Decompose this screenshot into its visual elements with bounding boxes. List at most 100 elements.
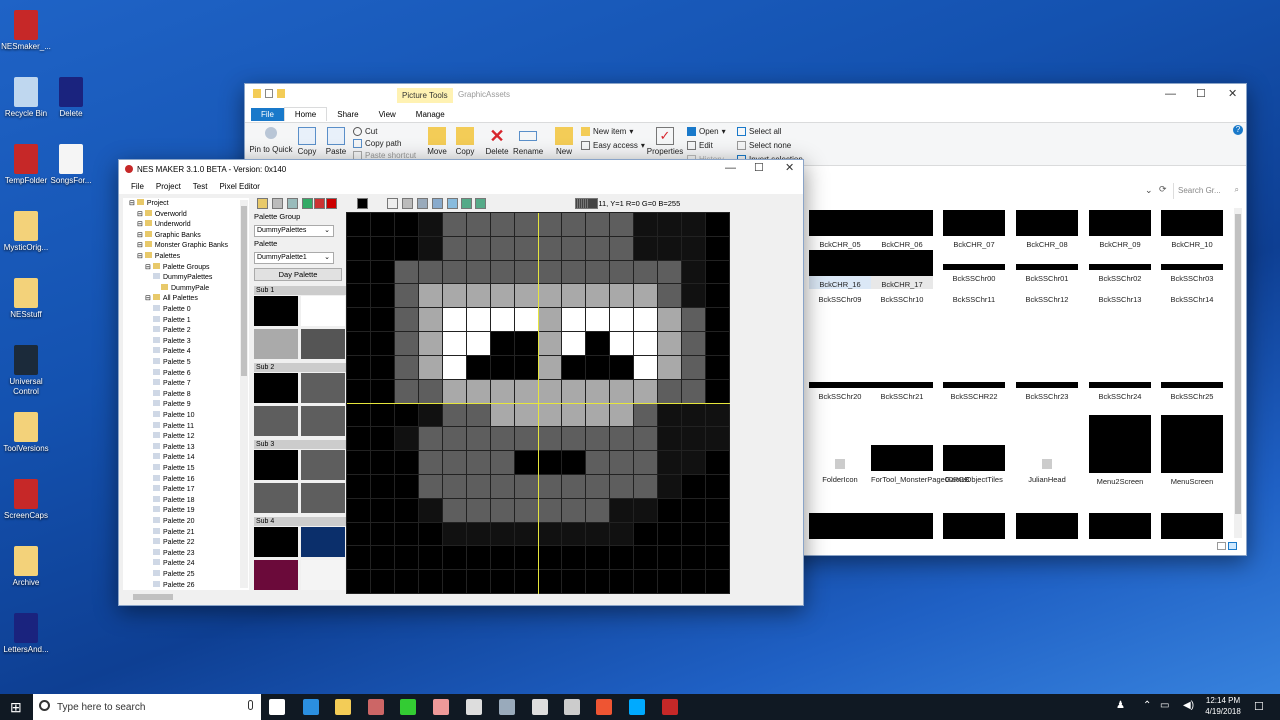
cut-button[interactable]: Cut xyxy=(353,127,377,136)
thumbnail-image[interactable] xyxy=(1016,513,1078,539)
pixel-cell[interactable] xyxy=(537,354,563,380)
pixel-cell[interactable] xyxy=(346,450,371,475)
pixel-cell[interactable] xyxy=(393,497,419,523)
pixel-cell[interactable] xyxy=(681,259,707,285)
file-thumbnail[interactable]: BckCHR_16 xyxy=(809,250,871,289)
pixel-cell[interactable] xyxy=(417,450,443,475)
edge-icon[interactable] xyxy=(303,699,319,715)
rename-button[interactable]: Rename xyxy=(513,127,543,156)
pixel-cell[interactable] xyxy=(681,331,707,356)
pixel-cell[interactable] xyxy=(369,283,395,309)
pixel-cell[interactable] xyxy=(657,378,683,404)
pixel-cell[interactable] xyxy=(346,259,371,285)
pixel-cell[interactable] xyxy=(705,402,730,428)
pixel-cell[interactable] xyxy=(489,378,515,404)
tree-item[interactable]: ⊟ Graphic Banks xyxy=(137,230,201,239)
canvas-horizontal-scrollbar[interactable] xyxy=(251,594,801,604)
pixel-cell[interactable] xyxy=(681,450,707,475)
tree-item[interactable]: ⊟ Overworld xyxy=(137,209,187,218)
skype-icon[interactable] xyxy=(629,699,645,715)
file-thumbnail[interactable]: BckSSCHR22 xyxy=(943,368,1005,401)
pixel-cell[interactable] xyxy=(681,521,707,547)
pixel-cell[interactable] xyxy=(633,545,659,571)
palette-swatch[interactable] xyxy=(301,483,345,513)
file-thumbnail[interactable]: BckSSChr09 xyxy=(809,291,871,304)
pixel-cell[interactable] xyxy=(681,283,707,309)
pixel-cell[interactable] xyxy=(417,283,443,309)
pixel-cell[interactable] xyxy=(609,497,635,523)
pixel-cell[interactable] xyxy=(369,307,395,333)
tree-item[interactable]: DummyPale xyxy=(161,283,210,292)
expand-icon[interactable]: ⊟ xyxy=(137,221,145,228)
pixel-cell[interactable] xyxy=(346,235,371,261)
tree-item[interactable]: DummyPalettes xyxy=(153,273,212,281)
pixel-cell[interactable] xyxy=(489,569,515,594)
palette-group-select[interactable]: DummyPalettes ⌄ xyxy=(254,225,334,237)
palette-swatch[interactable] xyxy=(254,373,298,403)
pixel-cell[interactable] xyxy=(465,259,491,285)
file-thumbnail[interactable]: BckSSChr24 xyxy=(1089,368,1151,401)
palette-swatch[interactable] xyxy=(301,406,345,436)
pixel-cell[interactable] xyxy=(609,402,635,428)
expand-icon[interactable]: ⊟ xyxy=(137,242,145,249)
menu-file[interactable]: File xyxy=(125,182,150,191)
pixel-cell[interactable] xyxy=(705,307,730,333)
pixel-cell[interactable] xyxy=(537,378,563,404)
pixel-cell[interactable] xyxy=(465,521,491,547)
pixel-cell[interactable] xyxy=(561,235,587,261)
refresh-icon[interactable]: ⟳ xyxy=(1159,184,1167,195)
pixel-cell[interactable] xyxy=(513,521,539,547)
file-thumbnail[interactable]: JulianHead xyxy=(1016,445,1078,484)
file-thumbnail[interactable]: BckSSChr10 xyxy=(871,291,933,304)
tree-item[interactable]: ⊟ Project xyxy=(129,199,169,207)
pixel-cell[interactable] xyxy=(465,331,491,356)
pixel-cell[interactable] xyxy=(513,569,539,594)
open-icon[interactable] xyxy=(257,198,268,209)
pixel-cell[interactable] xyxy=(537,307,563,333)
pixel-cell[interactable] xyxy=(369,473,395,499)
pixel-cell[interactable] xyxy=(681,354,707,380)
file-thumbnail[interactable]: BckCHR_05 xyxy=(809,210,871,249)
tree-item[interactable]: Palette 3 xyxy=(153,336,191,345)
desktop-icon[interactable]: SongsFor... xyxy=(41,144,101,186)
pixel-cell[interactable] xyxy=(681,402,707,428)
tab-manage[interactable]: Manage xyxy=(406,108,455,121)
scrollbar-thumb[interactable] xyxy=(241,206,247,376)
pixel-cell[interactable] xyxy=(346,283,371,309)
tree-item[interactable]: Palette 20 xyxy=(153,517,195,525)
canvas-vertical-scrollbar[interactable] xyxy=(795,197,803,577)
palette-swatch[interactable] xyxy=(301,450,345,480)
pixel-cell[interactable] xyxy=(609,307,635,333)
pixel-cell[interactable] xyxy=(681,235,707,261)
pixel-cell[interactable] xyxy=(657,473,683,499)
file-thumbnail[interactable]: BckSSChr20 xyxy=(809,368,871,401)
pixel-cell[interactable] xyxy=(537,283,563,309)
select-none-button[interactable]: Select none xyxy=(737,141,791,150)
pixel-cell[interactable] xyxy=(705,212,730,237)
pixel-cell[interactable] xyxy=(441,569,467,594)
pixel-cell[interactable] xyxy=(681,307,707,333)
pixel-cell[interactable] xyxy=(393,212,419,237)
pixel-cell[interactable] xyxy=(681,378,707,404)
pin-to-quick-access-button[interactable]: Pin to Quick xyxy=(249,127,293,154)
pixel-cell[interactable] xyxy=(681,569,707,594)
tree-vertical-scrollbar[interactable] xyxy=(240,200,248,588)
pixel-cell[interactable] xyxy=(441,473,467,499)
notepad-icon[interactable] xyxy=(400,699,416,715)
pixel-cell[interactable] xyxy=(465,307,491,333)
pixel-cell[interactable] xyxy=(633,521,659,547)
pixel-cell[interactable] xyxy=(537,259,563,285)
nes-maker-taskbar-icon[interactable] xyxy=(662,699,678,715)
pixel-cell[interactable] xyxy=(369,569,395,594)
scrollbar-thumb[interactable] xyxy=(1235,214,1241,514)
close-button[interactable]: ✕ xyxy=(1228,87,1237,100)
file-thumbnail[interactable]: BckSSChr02 xyxy=(1089,250,1151,283)
pixel-cell[interactable] xyxy=(561,497,587,523)
tile-grid-icon[interactable] xyxy=(475,198,486,209)
tree-item[interactable]: ⊟ Monster Graphic Banks xyxy=(137,241,228,249)
file-thumbnail[interactable]: MenuScreen xyxy=(1161,415,1223,486)
pixel-cell[interactable] xyxy=(561,545,587,571)
pixel-cell[interactable] xyxy=(465,378,491,404)
pixel-cell[interactable] xyxy=(585,450,611,475)
new-folder-button[interactable]: New xyxy=(553,127,575,156)
